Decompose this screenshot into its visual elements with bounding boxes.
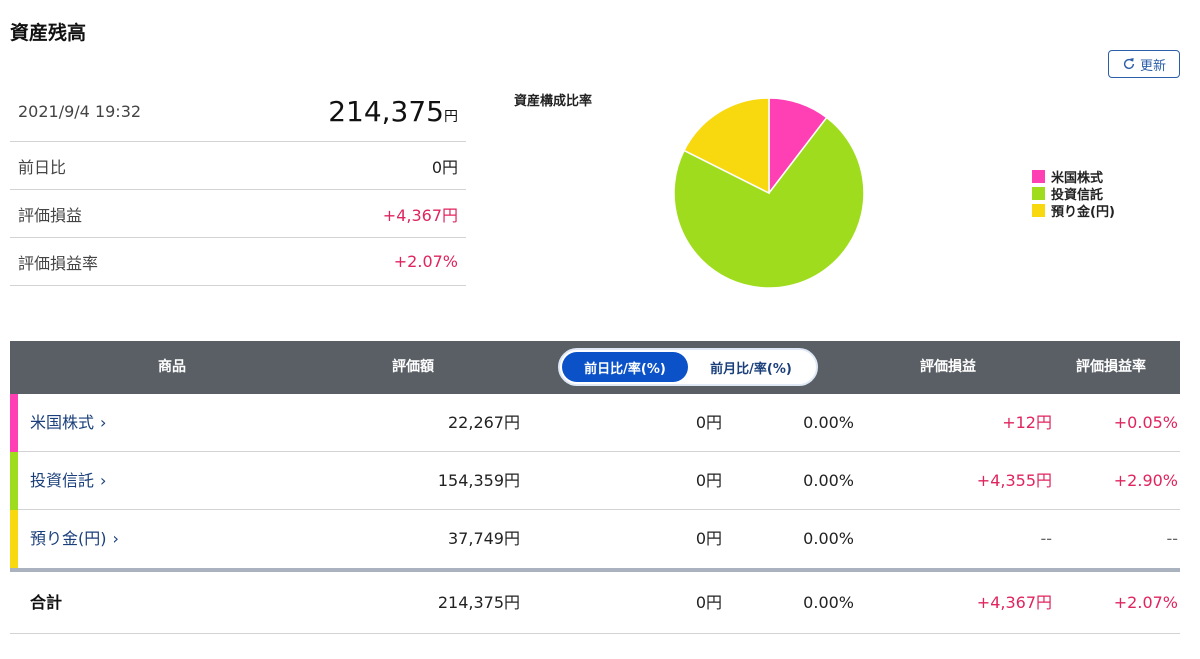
table-total-row: 合計 214,375円 0円 0.00% +4,367円 +2.07%	[10, 572, 1180, 634]
summary-datetime: 2021/9/4 19:32	[18, 102, 142, 121]
summary-total-unit: 円	[444, 109, 458, 125]
row-change: 0円	[695, 471, 722, 490]
summary-total-number: 214,375	[328, 95, 444, 128]
table-header: 商品 評価額 前日比/率(%) 前月比/率(%) 評価損益 評価損益率	[10, 341, 1180, 394]
summary-label: 評価損益	[18, 205, 83, 225]
row-pl-rate: +0.05%	[1113, 413, 1178, 432]
total-change: 0円	[695, 593, 722, 612]
summary-row-daily-change: 前日比 0円	[10, 142, 466, 190]
row-change-rate: 0.00%	[803, 529, 854, 548]
summary-value: +2.07%	[393, 252, 458, 271]
chart-title: 資産構成比率	[514, 94, 593, 109]
legend-item: 投資信託	[1032, 185, 1115, 203]
table-row: 投資信託 › 154,359円 0円 0.00% +4,355円 +2.90%	[10, 452, 1180, 510]
row-pl: +4,355円	[976, 471, 1052, 490]
refresh-icon	[1123, 58, 1135, 70]
table-row: 米国株式 › 22,267円 0円 0.00% +12円 +0.05%	[10, 394, 1180, 452]
header-product: 商品	[158, 359, 186, 375]
header-pl-rate: 評価損益率	[1076, 359, 1146, 375]
chevron-right-icon: ›	[100, 471, 107, 490]
row-pl-rate: +2.90%	[1113, 471, 1178, 490]
row-name-link[interactable]: 預り金(円) ›	[30, 510, 119, 568]
category-color-bar	[10, 394, 18, 452]
summary-panel: 2021/9/4 19:32 214,375円 前日比 0円 評価損益 +4,3…	[10, 82, 466, 286]
legend-swatch	[1032, 204, 1045, 217]
header-pl: 評価損益	[920, 359, 976, 375]
legend-swatch	[1032, 187, 1045, 200]
row-change: 0円	[695, 529, 722, 548]
legend-item: 預り金(円)	[1032, 202, 1115, 220]
row-pl: --	[1040, 529, 1052, 548]
total-change-rate: 0.00%	[803, 593, 854, 612]
row-change-rate: 0.00%	[803, 413, 854, 432]
category-color-bar	[10, 452, 18, 510]
holdings-table: 商品 評価額 前日比/率(%) 前月比/率(%) 評価損益 評価損益率 米国株式…	[10, 341, 1180, 634]
summary-total-value: 214,375円	[328, 95, 458, 128]
row-name: 米国株式	[30, 413, 95, 432]
summary-total-row: 2021/9/4 19:32 214,375円	[10, 82, 466, 142]
row-pl: +12円	[1002, 413, 1052, 432]
row-change-rate: 0.00%	[803, 471, 854, 490]
row-valuation: 22,267円	[448, 413, 520, 432]
summary-row-pl-rate: 評価損益率 +2.07%	[10, 238, 466, 286]
category-color-bar	[10, 510, 18, 568]
legend-swatch	[1032, 170, 1045, 183]
total-valuation: 214,375円	[437, 593, 520, 612]
asset-pie-chart	[673, 97, 865, 289]
comparison-toggle: 前日比/率(%) 前月比/率(%)	[558, 348, 818, 386]
row-change: 0円	[695, 413, 722, 432]
summary-row-pl: 評価損益 +4,367円	[10, 190, 466, 238]
chevron-right-icon: ›	[112, 529, 119, 548]
summary-value: 0円	[431, 157, 458, 177]
row-name-link[interactable]: 投資信託 ›	[30, 452, 106, 510]
row-name-link[interactable]: 米国株式 ›	[30, 394, 106, 452]
toggle-daily[interactable]: 前日比/率(%)	[562, 352, 688, 382]
summary-label: 評価損益率	[18, 253, 99, 273]
summary-value: +4,367円	[382, 205, 458, 225]
legend-label: 預り金(円)	[1051, 205, 1115, 220]
chart-legend: 米国株式 投資信託 預り金(円)	[1032, 168, 1115, 220]
row-name: 預り金(円)	[30, 529, 107, 548]
row-valuation: 154,359円	[437, 471, 520, 490]
total-pl: +4,367円	[976, 593, 1052, 612]
toggle-monthly[interactable]: 前月比/率(%)	[688, 352, 814, 382]
row-name: 投資信託	[30, 471, 95, 490]
total-label: 合計	[30, 593, 63, 612]
total-pl-rate: +2.07%	[1113, 593, 1178, 612]
header-valuation: 評価額	[392, 359, 434, 375]
summary-label: 前日比	[18, 157, 67, 177]
chevron-right-icon: ›	[100, 413, 107, 432]
row-pl-rate: --	[1166, 529, 1178, 548]
table-row: 預り金(円) › 37,749円 0円 0.00% -- --	[10, 510, 1180, 568]
legend-item: 米国株式	[1032, 168, 1115, 186]
row-valuation: 37,749円	[448, 529, 520, 548]
refresh-button[interactable]: 更新	[1108, 50, 1180, 78]
page-title: 資産残高	[10, 22, 87, 44]
refresh-label: 更新	[1139, 57, 1166, 73]
